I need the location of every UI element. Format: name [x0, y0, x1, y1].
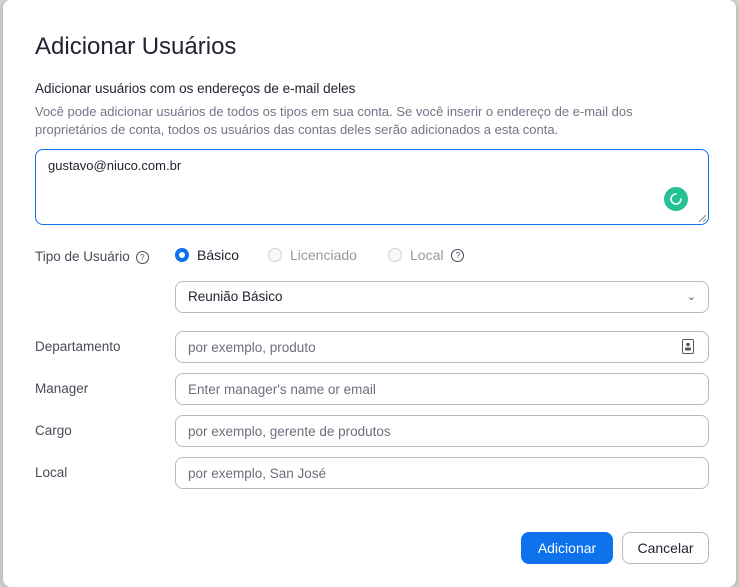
meeting-type-select[interactable]: Reunião Básico ⌄ [175, 281, 709, 313]
meeting-type-value: Reunião Básico [188, 289, 283, 304]
dialog-description: Você pode adicionar usuários de todos os… [35, 104, 633, 137]
radio-local[interactable]: Local ? [388, 247, 465, 263]
radio-basic[interactable]: Básico [175, 247, 239, 263]
job-title-label: Cargo [35, 423, 72, 438]
resize-handle-icon[interactable] [698, 214, 706, 222]
dialog-title: Adicionar Usuários [35, 33, 237, 60]
radio-licensed-indicator[interactable] [268, 248, 282, 262]
department-input[interactable] [175, 331, 709, 363]
add-users-dialog: Adicionar Usuários Adicionar usuários co… [3, 0, 736, 587]
manager-label: Manager [35, 381, 89, 396]
email-input[interactable]: gustavo@niuco.com.br [35, 149, 709, 225]
manager-input[interactable] [175, 373, 709, 405]
location-label: Local [35, 465, 68, 480]
job-title-input[interactable] [175, 415, 709, 447]
user-type-label: Tipo de Usuário? [35, 249, 149, 264]
location-input[interactable] [175, 457, 709, 489]
radio-licensed[interactable]: Licenciado [268, 247, 357, 263]
add-button[interactable]: Adicionar [521, 532, 613, 564]
radio-basic-indicator[interactable] [175, 248, 189, 262]
loading-spinner-icon [664, 187, 688, 211]
radio-local-indicator[interactable] [388, 248, 402, 262]
email-value: gustavo@niuco.com.br [48, 158, 182, 173]
chevron-down-icon: ⌄ [686, 291, 696, 303]
local-help-icon[interactable]: ? [451, 248, 465, 262]
dialog-subtitle: Adicionar usuários com os endereços de e… [35, 81, 356, 96]
help-icon[interactable]: ? [135, 250, 149, 264]
contact-card-icon[interactable] [682, 339, 694, 354]
cancel-button[interactable]: Cancelar [622, 532, 709, 564]
department-label: Departamento [35, 339, 121, 354]
